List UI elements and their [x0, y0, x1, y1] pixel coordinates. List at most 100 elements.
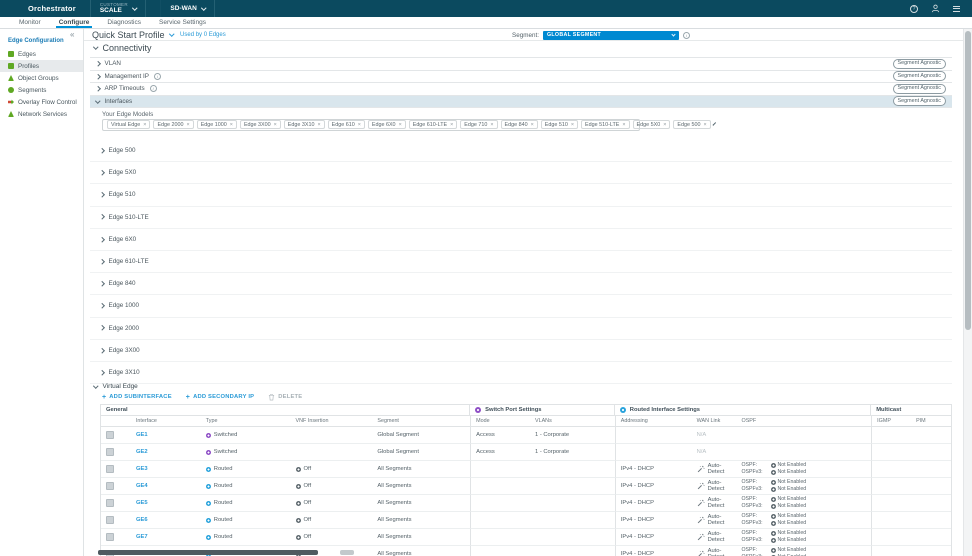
- model-section[interactable]: Edge 840: [90, 273, 952, 295]
- chip-remove-icon[interactable]: ×: [399, 122, 402, 128]
- help-icon[interactable]: ?: [910, 5, 918, 13]
- model-section[interactable]: Edge 510-LTE: [90, 207, 952, 229]
- model-section[interactable]: Edge 500: [90, 140, 952, 162]
- horizontal-scrollbar-thumb[interactable]: [98, 550, 318, 555]
- model-chip: Edge 3X10×: [284, 120, 325, 129]
- col-igmp: IGMP: [871, 416, 911, 427]
- chip-remove-icon[interactable]: ×: [230, 122, 233, 128]
- row-checkbox[interactable]: [106, 431, 114, 439]
- table-column-header: Interface Type VNF Insertion Segment Mod…: [101, 416, 951, 427]
- sidebar-item-overlay-flow-control[interactable]: Overlay Flow Control: [0, 96, 83, 108]
- app-window: Orchestrator Customer SCALE SD-WAN ? Mon…: [0, 0, 972, 556]
- chevron-right-icon: [99, 348, 104, 353]
- product-switcher[interactable]: SD-WAN: [160, 0, 215, 17]
- info-icon[interactable]: i: [154, 73, 161, 80]
- accordion-interfaces[interactable]: Interfaces Segment Agnostic: [90, 96, 952, 109]
- horizontal-scrollbar-handle[interactable]: [340, 550, 354, 555]
- gear-icon: [771, 470, 776, 475]
- gear-icon: [771, 497, 776, 502]
- chip-remove-icon[interactable]: ×: [703, 122, 706, 128]
- tab-configure[interactable]: Configure: [50, 17, 99, 28]
- sidebar-item-label: Edges: [18, 51, 36, 58]
- row-checkbox[interactable]: [106, 465, 114, 473]
- auto-detect-icon: [697, 465, 705, 473]
- info-icon[interactable]: i: [150, 85, 157, 92]
- model-chip: Edge 610×: [328, 120, 365, 129]
- interface-link[interactable]: GE2: [136, 449, 148, 455]
- chip-remove-icon[interactable]: ×: [187, 122, 190, 128]
- model-section[interactable]: Edge 610-LTE: [90, 251, 952, 273]
- chevron-right-icon: [99, 170, 104, 175]
- model-section[interactable]: Edge 3X10: [90, 362, 952, 384]
- row-checkbox[interactable]: [106, 499, 114, 507]
- virtual-edge-section-header[interactable]: Virtual Edge: [94, 383, 138, 390]
- used-by-link[interactable]: Used by 0 Edges: [180, 32, 226, 38]
- connectivity-section-header[interactable]: Connectivity: [94, 43, 152, 53]
- chip-remove-icon[interactable]: ×: [317, 122, 320, 128]
- chip-remove-icon[interactable]: ×: [531, 122, 534, 128]
- sidebar-item-label: Overlay Flow Control: [18, 99, 77, 106]
- profile-dropdown-chevron-icon[interactable]: [169, 31, 174, 36]
- row-checkbox[interactable]: [106, 533, 114, 541]
- model-section[interactable]: Edge 6X0: [90, 229, 952, 251]
- chip-remove-icon[interactable]: ×: [571, 122, 574, 128]
- chip-remove-icon[interactable]: ×: [274, 122, 277, 128]
- interface-link[interactable]: GE3: [136, 466, 148, 472]
- sidebar-item-segments[interactable]: Segments: [0, 84, 83, 96]
- tab-monitor[interactable]: Monitor: [10, 17, 50, 28]
- add-subinterface-button[interactable]: +ADD SUBINTERFACE: [102, 394, 172, 401]
- interface-link[interactable]: GE6: [136, 517, 148, 523]
- chevron-right-icon: [99, 370, 104, 375]
- sidebar-item-edges[interactable]: Edges: [0, 48, 83, 60]
- row-checkbox[interactable]: [106, 482, 114, 490]
- chip-remove-icon[interactable]: ×: [622, 122, 625, 128]
- edges-icon: [8, 51, 14, 57]
- segment-select[interactable]: GLOBAL SEGMENT: [543, 31, 679, 40]
- accordion-vlan[interactable]: VLAN Segment Agnostic: [90, 58, 952, 71]
- col-vlans: VLANs: [530, 416, 615, 427]
- user-icon[interactable]: [931, 0, 940, 18]
- model-section[interactable]: Edge 5X0: [90, 162, 952, 184]
- row-checkbox[interactable]: [106, 516, 114, 524]
- sidebar-collapse-icon[interactable]: «: [70, 31, 74, 39]
- customer-value: SCALE: [100, 7, 128, 14]
- chip-remove-icon[interactable]: ×: [358, 122, 361, 128]
- row-checkbox[interactable]: [106, 448, 114, 456]
- chip-remove-icon[interactable]: ×: [490, 122, 493, 128]
- chip-remove-icon[interactable]: ×: [143, 122, 146, 128]
- sidebar-item-profiles[interactable]: Profiles: [0, 60, 83, 72]
- col-mode: Mode: [470, 416, 530, 427]
- table-row: GE6 Routed Off All Segments IPv4 - DHCP …: [101, 512, 951, 529]
- chip-remove-icon[interactable]: ×: [663, 122, 666, 128]
- segment-agnostic-badge: Segment Agnostic: [893, 96, 946, 106]
- accordion-arp-timeouts[interactable]: ARP Timeouts i Segment Agnostic: [90, 83, 952, 96]
- chevron-right-icon: [99, 326, 104, 331]
- menu-icon[interactable]: [953, 6, 960, 12]
- chevron-down-icon[interactable]: [713, 122, 716, 125]
- chevron-down-icon: [671, 32, 675, 36]
- model-section[interactable]: Edge 1000: [90, 295, 952, 317]
- sidebar-item-object-groups[interactable]: Object Groups: [0, 72, 83, 84]
- delete-button[interactable]: DELETE: [268, 393, 302, 401]
- interface-link[interactable]: GE4: [136, 483, 148, 489]
- vertical-scrollbar-thumb[interactable]: [965, 31, 971, 330]
- sidebar-item-network-services[interactable]: Network Services: [0, 108, 83, 120]
- segment-info-icon[interactable]: i: [683, 32, 690, 39]
- interface-link[interactable]: GE7: [136, 534, 148, 540]
- chip-remove-icon[interactable]: ×: [450, 122, 453, 128]
- add-secondary-ip-button[interactable]: +ADD SECONDARY IP: [186, 394, 254, 401]
- chevron-down-icon: [93, 383, 98, 388]
- customer-switcher[interactable]: Customer SCALE: [90, 0, 147, 17]
- interface-link[interactable]: GE5: [136, 500, 148, 506]
- interface-link[interactable]: GE1: [136, 432, 148, 438]
- model-section[interactable]: Edge 510: [90, 184, 952, 206]
- edge-models-multiselect[interactable]: Virtual Edge× Edge 2000× Edge 1000× Edge…: [102, 119, 640, 132]
- tab-diagnostics[interactable]: Diagnostics: [98, 17, 150, 28]
- model-chip: Edge 710×: [460, 120, 497, 129]
- chevron-right-icon: [99, 215, 104, 220]
- accordion-management-ip[interactable]: Management IP i Segment Agnostic: [90, 71, 952, 84]
- model-section[interactable]: Edge 3X00: [90, 340, 952, 362]
- table-row: GE2 Switched Global Segment Access 1 - C…: [101, 444, 951, 461]
- tab-service-settings[interactable]: Service Settings: [150, 17, 215, 28]
- model-section[interactable]: Edge 2000: [90, 318, 952, 340]
